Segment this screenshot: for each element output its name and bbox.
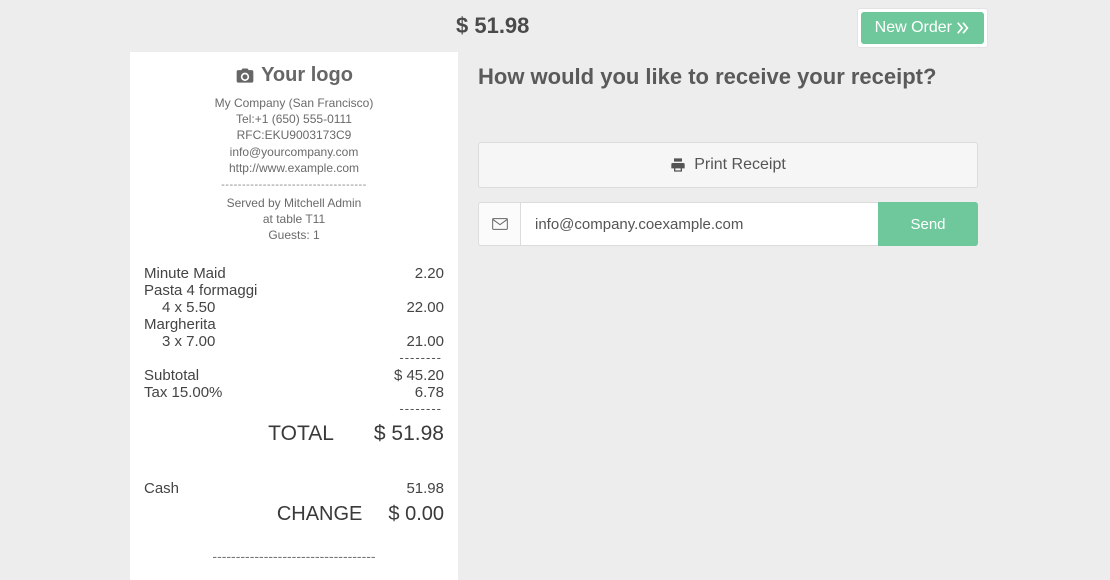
item-name: Minute Maid bbox=[144, 265, 226, 282]
subtotal-row: Subtotal $ 45.20 bbox=[144, 367, 444, 384]
new-order-container: New Order bbox=[857, 8, 988, 48]
total-label: TOTAL bbox=[268, 422, 334, 446]
table-row: 3 x 7.00 21.00 bbox=[144, 333, 444, 350]
receipt-logo-row: Your logo bbox=[144, 64, 444, 87]
change-label: CHANGE bbox=[277, 503, 363, 526]
email-input[interactable] bbox=[520, 202, 878, 246]
print-receipt-button[interactable]: Print Receipt bbox=[478, 142, 978, 188]
table-row: Pasta 4 formaggi bbox=[144, 282, 444, 299]
subtotal-label: Subtotal bbox=[144, 367, 199, 384]
receipt-question: How would you like to receive your recei… bbox=[478, 64, 978, 90]
item-qty: 3 x 7.00 bbox=[144, 333, 215, 350]
change-row: CHANGE $ 0.00 bbox=[144, 503, 444, 526]
receipt-guests: Guests: 1 bbox=[144, 227, 444, 243]
receipt-line-items: Minute Maid 2.20 Pasta 4 formaggi 4 x 5.… bbox=[144, 265, 444, 365]
item-qty: 4 x 5.50 bbox=[144, 299, 215, 316]
email-icon-box bbox=[478, 202, 520, 246]
receipt-website: http://www.example.com bbox=[144, 160, 444, 176]
receipt-logo-label: Your logo bbox=[261, 64, 353, 87]
new-order-label: New Order bbox=[875, 19, 952, 37]
divider: ----------------------------------- bbox=[144, 178, 444, 193]
item-name: Margherita bbox=[144, 316, 216, 333]
receipt-company-info: My Company (San Francisco) Tel:+1 (650) … bbox=[144, 95, 444, 243]
receipt-rfc: RFC:EKU9003173C9 bbox=[144, 127, 444, 143]
payment-section: Cash 51.98 CHANGE $ 0.00 bbox=[144, 480, 444, 526]
receipt-company: My Company (San Francisco) bbox=[144, 95, 444, 111]
receipt-totals: Subtotal $ 45.20 Tax 15.00% 6.78 -------… bbox=[144, 367, 444, 446]
chevron-double-right-icon bbox=[956, 21, 970, 35]
divider: -------- bbox=[144, 350, 444, 365]
receipt-scroll[interactable]: Your logo My Company (San Francisco) Tel… bbox=[130, 52, 458, 580]
table-row: Minute Maid 2.20 bbox=[144, 265, 444, 282]
divider: -------- bbox=[144, 401, 444, 416]
receipt-delivery-panel: How would you like to receive your recei… bbox=[478, 64, 978, 246]
grand-total-row: TOTAL $ 51.98 bbox=[144, 422, 444, 446]
item-name: Pasta 4 formaggi bbox=[144, 282, 257, 299]
item-price: 22.00 bbox=[406, 299, 444, 316]
camera-icon bbox=[235, 66, 255, 86]
divider: ----------------------------------- bbox=[144, 548, 444, 564]
tax-label: Tax 15.00% bbox=[144, 384, 222, 401]
item-price: 2.20 bbox=[415, 265, 444, 282]
change-value: $ 0.00 bbox=[388, 503, 444, 526]
payment-method: Cash bbox=[144, 480, 179, 497]
receipt-served-by: Served by Mitchell Admin bbox=[144, 195, 444, 211]
tax-value: 6.78 bbox=[415, 384, 444, 401]
new-order-button[interactable]: New Order bbox=[861, 12, 984, 44]
receipt-email: info@yourcompany.com bbox=[144, 144, 444, 160]
table-row: 4 x 5.50 22.00 bbox=[144, 299, 444, 316]
tax-row: Tax 15.00% 6.78 bbox=[144, 384, 444, 401]
table-row: Margherita bbox=[144, 316, 444, 333]
print-receipt-label: Print Receipt bbox=[694, 156, 786, 174]
total-value: $ 51.98 bbox=[374, 422, 444, 446]
item-price: 21.00 bbox=[406, 333, 444, 350]
subtotal-value: $ 45.20 bbox=[394, 367, 444, 384]
payment-row: Cash 51.98 bbox=[144, 480, 444, 497]
order-total: $ 51.98 bbox=[456, 13, 529, 39]
envelope-icon bbox=[492, 217, 508, 231]
receipt-table: at table T11 bbox=[144, 211, 444, 227]
receipt-panel: Your logo My Company (San Francisco) Tel… bbox=[130, 52, 458, 580]
email-row: Send bbox=[478, 202, 978, 246]
payment-amount: 51.98 bbox=[406, 480, 444, 497]
send-button[interactable]: Send bbox=[878, 202, 978, 246]
receipt-tel: Tel:+1 (650) 555-0111 bbox=[144, 111, 444, 127]
printer-icon bbox=[670, 157, 686, 173]
